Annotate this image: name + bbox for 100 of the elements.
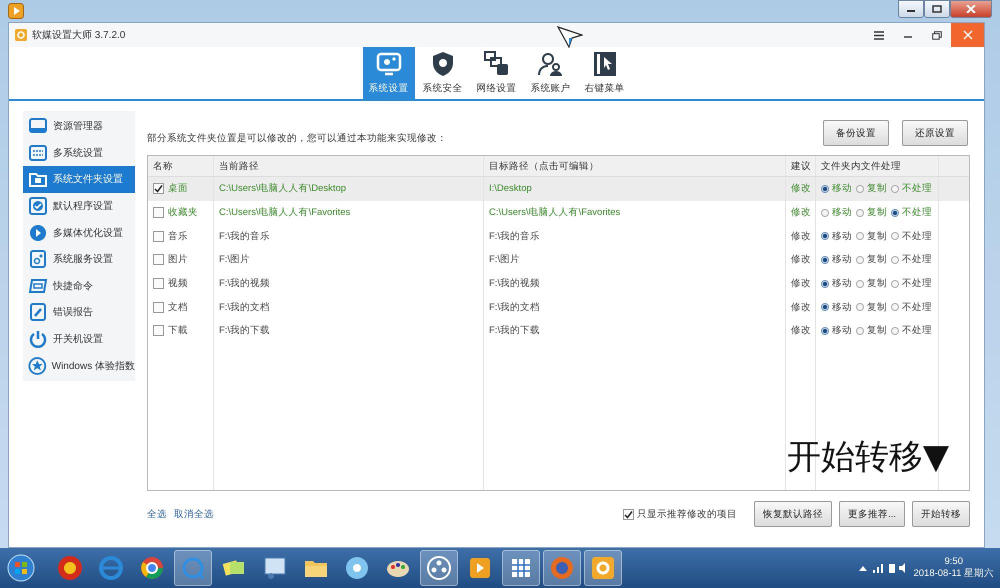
table-row[interactable]: 视频 F:\我的视频 F:\我的视频 修改 移动 复制 不处理 [148,272,969,296]
sidebar-item[interactable]: 默认程序设置 [23,192,135,220]
radio-option[interactable]: 不处理 [891,300,932,314]
sidebar-item[interactable]: 快捷命令 [23,272,135,300]
table-cell[interactable]: F:\我的视频 [483,272,785,296]
table-row[interactable]: 图片 F:\图片 F:\图片 修改 移动 复制 不处理 [148,248,969,272]
table-cell: 修改 [785,200,815,224]
sidebar-item[interactable]: 错误报告 [23,299,135,326]
radio-option[interactable]: 不处理 [891,324,932,338]
taskbar-button[interactable] [584,550,622,586]
link[interactable]: 全选 [147,508,167,520]
radio-option[interactable]: 移动 [821,277,852,290]
clock-date: 2018-08-11 星期六 [913,567,994,580]
list-icon [28,142,48,163]
radio-option[interactable]: 不处理 [891,230,932,243]
table-cell[interactable]: F:\我的音乐 [483,224,785,248]
radio-option[interactable]: 复制 [856,182,887,196]
radio-option[interactable]: 移动 [821,230,852,243]
checkbox[interactable] [153,254,164,266]
table-cell: 修改 [785,248,815,272]
maximize-button[interactable] [924,0,950,18]
toolbar-tab[interactable]: 系统账户 [524,47,576,99]
toolbar-tab[interactable]: 右键菜单 [578,47,630,99]
radio-option[interactable]: 移动 [821,182,852,196]
table-row[interactable]: 文档 F:\我的文档 F:\我的文档 修改 移动 复制 不处理 [148,295,969,320]
close-button[interactable] [950,0,992,18]
folder-name: 图片 [168,253,188,266]
checkbox[interactable] [153,207,164,218]
table-cell: F:\我的音乐 [213,224,483,248]
sidebar-item[interactable]: 开关机设置 [23,326,135,352]
users-icon [536,50,564,78]
sidebar-item[interactable]: Windows 体验指数 [23,352,135,379]
radio-option[interactable]: 不处理 [891,182,932,196]
monitor-gear-icon [374,50,402,78]
radio-option[interactable]: 复制 [856,300,887,314]
action-button[interactable]: 开始转移 [912,501,970,527]
column-header: 名称 [152,160,174,174]
table-cell[interactable]: C:\Users\电脑人人有\Favorites [483,200,785,224]
radio-option[interactable]: 不处理 [891,206,932,220]
sidebar-item[interactable]: 资源管理器 [23,113,135,140]
folder-name: 音乐 [168,230,188,243]
radio-option[interactable]: 复制 [856,253,887,266]
minimize-button[interactable] [898,0,924,18]
checkbox[interactable] [153,325,164,336]
radio-option[interactable]: 复制 [856,230,887,243]
table-row[interactable]: 桌面 C:\Users\电脑人人有\Desktop I:\Desktop 修改 移动 复制 不处理 [148,177,969,201]
table-cell[interactable]: F:\图片 [483,248,785,272]
toolbar-tab[interactable]: 网络设置 [470,47,522,99]
checkmark-icon [624,510,634,518]
toolbar-tab[interactable]: 系统设置 [362,47,414,99]
action-button[interactable]: 恢复默认路径 [754,501,832,527]
sidebar-item[interactable]: 系统文件夹设置 [23,166,135,193]
sidebar-item[interactable]: 系统服务设置 [23,246,135,273]
filter-checkbox[interactable]: 只显示推荐修改的项目 [623,508,738,520]
player-icon [8,3,24,19]
table-cell[interactable]: I:\Desktop [483,177,785,201]
sidebar-item[interactable]: 多媒体优化设置 [23,219,135,246]
table-cell: C:\Users\电脑人人有\Favorites [213,200,483,224]
radio-option[interactable]: 移动 [821,206,852,220]
checkmark-icon [154,184,163,194]
restore-icon [932,30,942,40]
globe-icon [138,554,166,582]
checkbox[interactable] [153,278,164,290]
link[interactable]: 取消全选 [174,508,214,520]
window-title: 软媒设置大师 3.7.2.0 [32,28,126,42]
table-row[interactable]: 音乐 F:\我的音乐 F:\我的音乐 修改 移动 复制 不处理 [148,224,969,248]
toolbar-tab[interactable]: 系统安全 [416,47,468,99]
sidebar-item[interactable]: 多系统设置 [23,140,135,166]
checkbox[interactable] [153,183,164,194]
radio-option[interactable]: 移动 [821,300,852,314]
radio-option[interactable]: 复制 [856,206,887,220]
folder-name: 下載 [168,324,188,338]
table-cell: F:\我的下载 [213,319,483,343]
table-cell[interactable]: F:\我的文档 [483,295,785,320]
table-row[interactable]: 下載 F:\我的下载 F:\我的下载 修改 移动 复制 不处理 [148,319,969,343]
taskbar-button[interactable] [502,550,540,586]
power-icon [28,329,48,350]
action-button[interactable]: 更多推荐... [839,501,905,527]
folder-name: 文档 [168,300,188,314]
radio-option[interactable]: 不处理 [891,253,932,266]
radio-option[interactable]: 复制 [856,277,887,290]
radio-option[interactable]: 移动 [821,324,852,338]
table-cell[interactable]: F:\我的下载 [483,319,785,343]
radio-option[interactable]: 不处理 [891,277,932,290]
radio-option[interactable]: 复制 [856,324,887,338]
action-button[interactable]: 备份设置 [823,120,889,146]
action-button[interactable]: 还原设置 [902,120,968,146]
close-icon [966,5,976,13]
close-icon [962,30,972,40]
checkmark-icon [28,196,48,216]
table-cell: F:\我的文档 [213,295,483,320]
checkbox[interactable] [153,302,164,313]
film-reel-icon [425,554,453,582]
table-row[interactable]: 收藏夹 C:\Users\电脑人人有\Favorites C:\Users\电脑人人有\Favorites 修改 移动 复制 不处理 [148,200,969,224]
radio-option[interactable]: 移动 [821,253,852,266]
column-header: 建议 [785,156,815,176]
table-cell: 修改 [785,272,815,296]
taskbar-button[interactable] [420,550,458,586]
checkbox[interactable] [153,230,164,242]
folder-name: 视频 [168,277,188,290]
